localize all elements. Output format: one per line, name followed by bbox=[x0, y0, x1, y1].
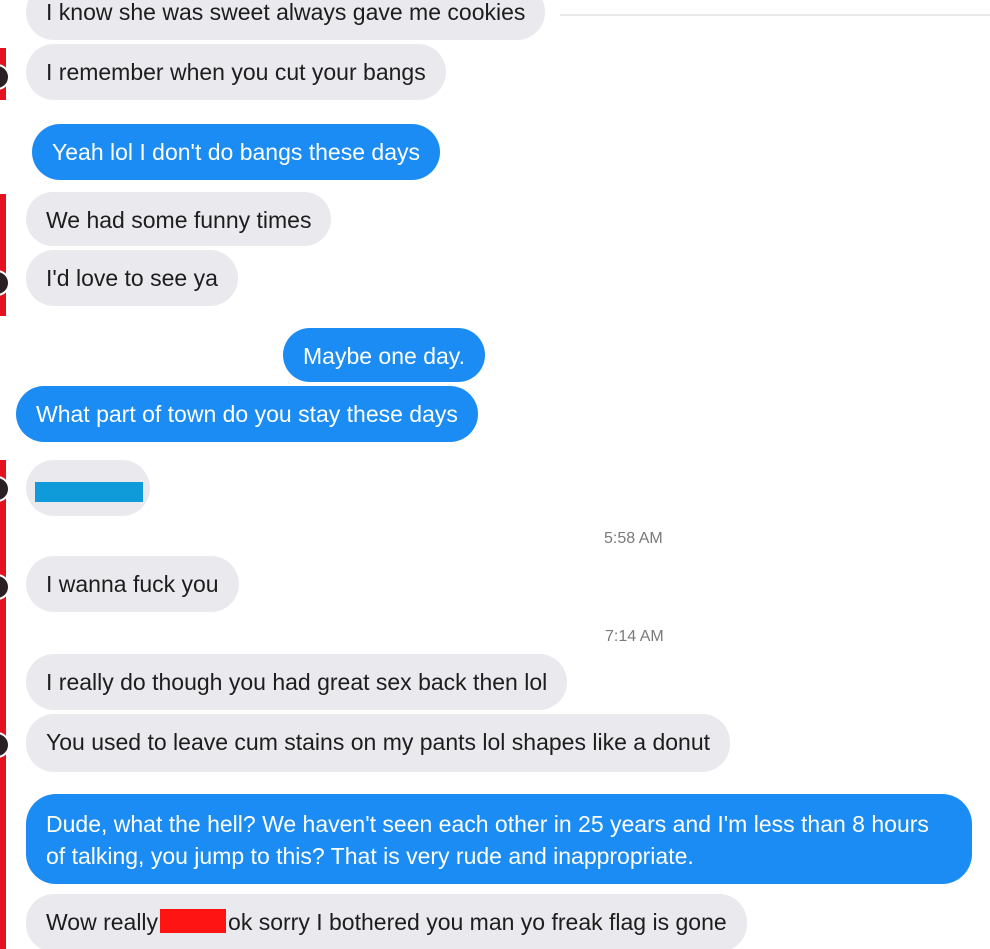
message-text: I wanna fuck you bbox=[46, 571, 219, 597]
message-bubble-incoming[interactable]: I'd love to see ya bbox=[26, 250, 238, 306]
message-bubble-outgoing[interactable]: Maybe one day. bbox=[283, 328, 485, 382]
message-text: What part of town do you stay these days bbox=[36, 401, 458, 427]
contact-avatar[interactable] bbox=[0, 734, 8, 756]
divider bbox=[560, 14, 990, 16]
message-text: Dude, what the hell? We haven't seen eac… bbox=[46, 811, 929, 869]
message-text: I'd love to see ya bbox=[46, 265, 218, 291]
contact-avatar[interactable] bbox=[0, 478, 8, 500]
message-bubble-incoming[interactable]: I know she was sweet always gave me cook… bbox=[26, 0, 546, 40]
message-timestamp: 5:58 AM bbox=[604, 530, 663, 547]
message-text: Wow really bbox=[46, 909, 159, 935]
contact-avatar[interactable] bbox=[0, 576, 8, 598]
contact-avatar[interactable] bbox=[0, 66, 8, 88]
message-bubble-incoming[interactable]: Wow really ok sorry I bothered you man yo… bbox=[26, 894, 747, 949]
message-text: ok sorry I bothered you man yo freak fla… bbox=[228, 909, 727, 935]
message-bubble-incoming[interactable]: You used to leave cum stains on my pants… bbox=[26, 714, 731, 772]
message-bubble-outgoing[interactable]: Dude, what the hell? We haven't seen eac… bbox=[26, 794, 972, 884]
message-bubble-incoming[interactable] bbox=[26, 460, 150, 516]
chat-conversation: I know she was sweet always gave me cook… bbox=[0, 0, 990, 949]
edge-marker bbox=[0, 460, 6, 949]
message-bubble-incoming[interactable]: I remember when you cut your bangs bbox=[26, 44, 446, 100]
message-bubble-outgoing[interactable]: What part of town do you stay these days bbox=[16, 386, 478, 442]
contact-avatar[interactable] bbox=[0, 272, 8, 294]
message-timestamp: 7:14 AM bbox=[605, 628, 664, 645]
message-text: I know she was sweet always gave me cook… bbox=[46, 0, 526, 25]
message-text: I remember when you cut your bangs bbox=[46, 59, 426, 85]
message-text: You used to leave cum stains on my pants… bbox=[46, 729, 711, 755]
message-text: Maybe one day. bbox=[303, 343, 465, 369]
message-text: We had some funny times bbox=[46, 207, 312, 233]
redaction-block bbox=[35, 481, 143, 502]
message-bubble-incoming[interactable]: We had some funny times bbox=[26, 192, 332, 246]
edge-marker bbox=[0, 194, 6, 316]
message-bubble-incoming[interactable]: I really do though you had great sex bac… bbox=[26, 654, 568, 710]
message-bubble-outgoing[interactable]: Yeah lol I don't do bangs these days bbox=[32, 124, 440, 180]
redaction-block bbox=[160, 909, 227, 933]
message-text: Yeah lol I don't do bangs these days bbox=[52, 139, 420, 165]
message-text: I really do though you had great sex bac… bbox=[46, 669, 548, 695]
message-bubble-incoming[interactable]: I wanna fuck you bbox=[26, 556, 239, 612]
